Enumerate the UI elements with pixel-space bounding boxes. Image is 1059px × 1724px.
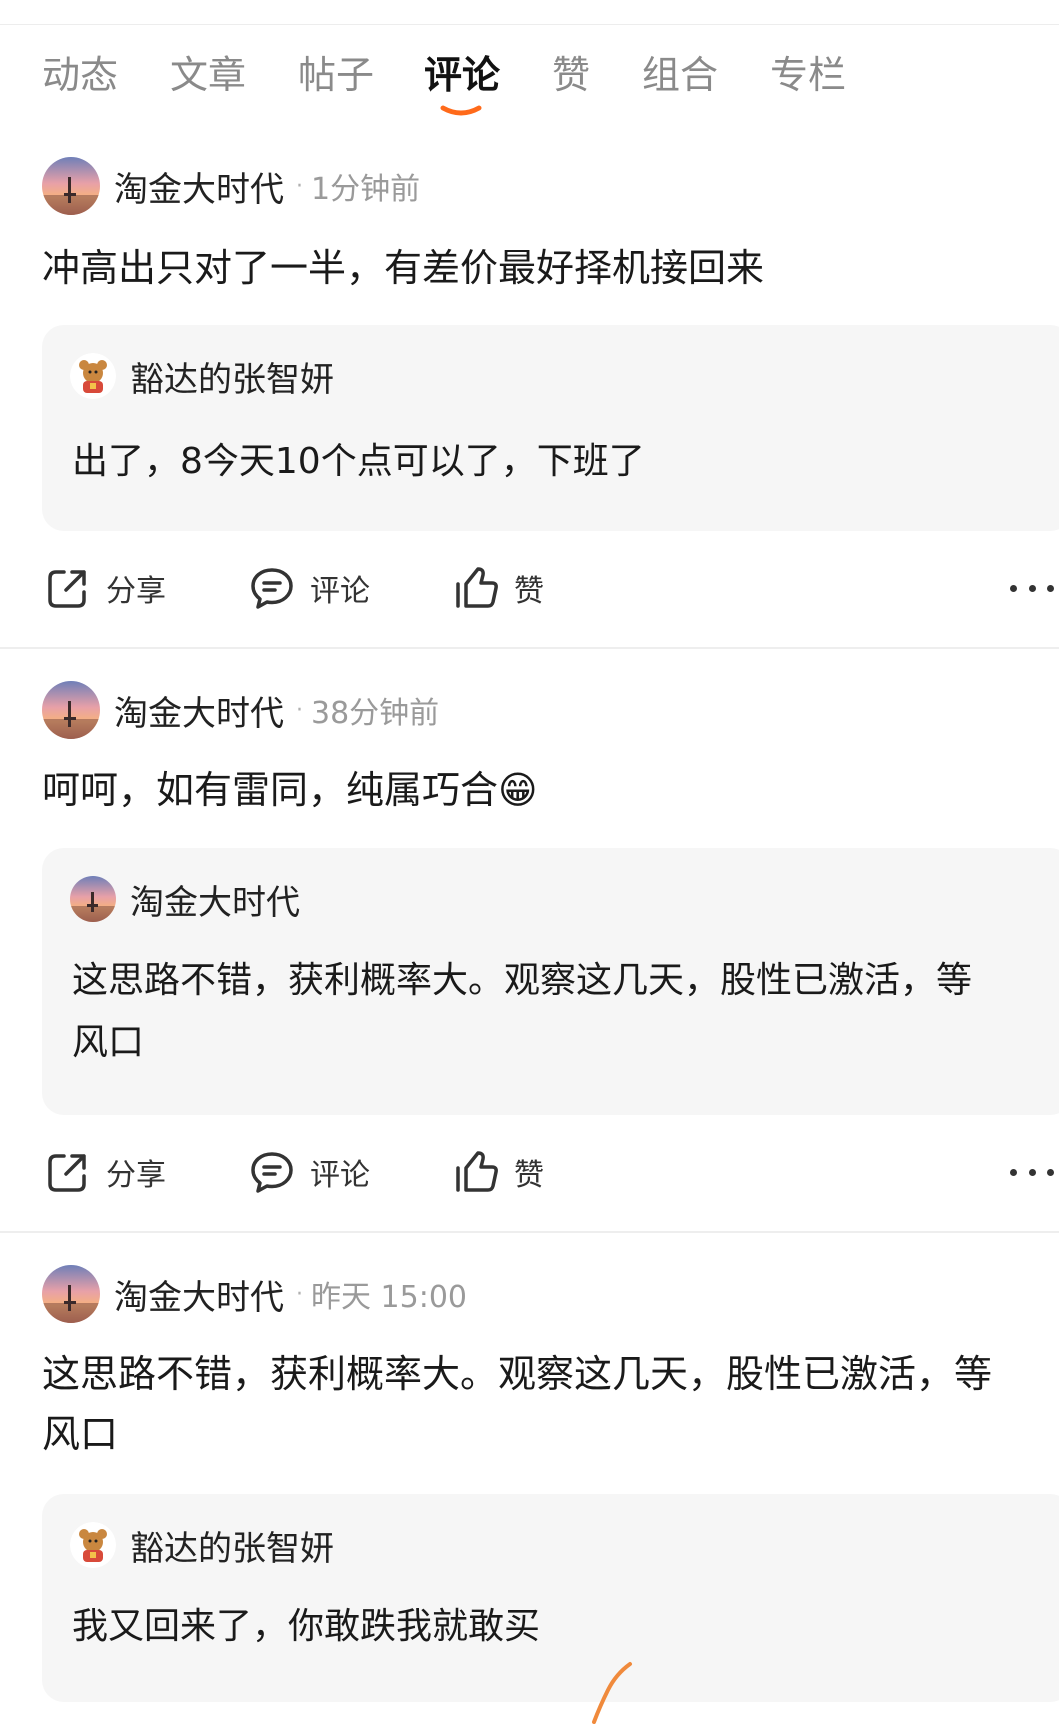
comment-label: 评论 [310, 1158, 370, 1193]
thumbs-up-icon [456, 567, 498, 608]
cartoon-avatar-icon [70, 1522, 116, 1568]
quoted-post[interactable]: 豁达的张智妍 我又回来了，你敢跌我就敢买 [42, 1494, 1059, 1702]
quote-author-name: 豁达的张智妍 [130, 359, 334, 400]
like-label: 赞 [514, 574, 544, 609]
like-button[interactable]: 赞 [452, 558, 544, 618]
comment-text[interactable]: 呵呵，如有雷同，纯属巧合😁 [42, 760, 1012, 820]
author-row[interactable]: 淘金大时代 · 1分钟前 [42, 156, 420, 216]
like-label: 赞 [514, 1158, 544, 1193]
separator-dot: · [296, 697, 303, 723]
action-bar: 分享 评论 赞 [0, 1142, 1059, 1202]
quote-author-row: 豁达的张智妍 [70, 1520, 334, 1570]
more-options-icon[interactable] [1010, 566, 1054, 610]
action-bar: 分享 评论 赞 [0, 558, 1059, 618]
share-button[interactable]: 分享 [44, 558, 166, 618]
handwritten-scribble [592, 1662, 632, 1724]
author-name[interactable]: 淘金大时代 [114, 162, 284, 211]
timestamp: 38分钟前 [311, 696, 440, 731]
quote-author-row: 淘金大时代 [70, 874, 300, 924]
tab-portfolios[interactable]: 组合 [642, 50, 718, 100]
share-icon [48, 570, 86, 608]
tab-posts[interactable]: 帖子 [298, 50, 374, 100]
quoted-post[interactable]: 豁达的张智妍 出了，8今天10个点可以了，下班了 [42, 325, 1059, 531]
quoted-post[interactable]: 淘金大时代 这思路不错，获利概率大。观察这几天，股性已激活，等风口 [42, 848, 1059, 1115]
like-button[interactable]: 赞 [452, 1142, 544, 1202]
sunset-avatar-icon[interactable] [42, 681, 100, 739]
quote-author-name: 淘金大时代 [130, 882, 300, 923]
share-label: 分享 [106, 1158, 166, 1193]
grinning-emoji-icon: 😁 [498, 768, 538, 812]
more-options-icon[interactable] [1010, 1150, 1054, 1194]
quote-author-row: 豁达的张智妍 [70, 351, 334, 401]
separator-dot: · [296, 173, 303, 199]
quote-text: 我又回来了，你敢跌我就敢买 [72, 1606, 541, 1647]
sunset-avatar-icon[interactable] [42, 1265, 100, 1323]
comment-label: 评论 [310, 574, 370, 609]
profile-tabs: 动态 文章 帖子 评论 赞 组合 专栏 [0, 40, 1059, 130]
author-name[interactable]: 淘金大时代 [114, 1270, 284, 1319]
quote-text: 这思路不错，获利概率大。观察这几天，股性已激活，等风口 [72, 960, 973, 1063]
quote-text: 出了，8今天10个点可以了，下班了 [72, 441, 645, 482]
comment-button[interactable]: 评论 [248, 1142, 370, 1202]
timestamp: 昨天 15:00 [311, 1280, 467, 1315]
tab-articles[interactable]: 文章 [170, 50, 246, 100]
active-tab-indicator [440, 105, 482, 116]
author-row[interactable]: 淘金大时代 · 昨天 15:00 [42, 1264, 467, 1324]
cartoon-avatar-icon [70, 353, 116, 399]
post-divider [0, 1231, 1059, 1233]
top-divider [0, 24, 1059, 25]
post-divider [0, 647, 1059, 649]
share-label: 分享 [106, 574, 166, 609]
comment-text-content: 呵呵，如有雷同，纯属巧合 [42, 768, 499, 812]
thumbs-up-icon [456, 1151, 498, 1192]
tab-comments[interactable]: 评论 [424, 50, 500, 100]
comment-text[interactable]: 这思路不错，获利概率大。观察这几天，股性已激活，等风口 [42, 1344, 1012, 1464]
share-icon [48, 1154, 86, 1192]
author-row[interactable]: 淘金大时代 · 38分钟前 [42, 680, 439, 740]
quote-author-name: 豁达的张智妍 [130, 1528, 334, 1569]
comment-icon [251, 568, 293, 609]
comment-button[interactable]: 评论 [248, 558, 370, 618]
separator-dot: · [296, 1281, 303, 1307]
tab-activity[interactable]: 动态 [42, 50, 118, 100]
sunset-avatar-icon [70, 876, 116, 922]
tab-likes[interactable]: 赞 [552, 50, 590, 100]
timestamp: 1分钟前 [311, 172, 421, 207]
comment-text[interactable]: 冲高出只对了一半，有差价最好择机接回来 [42, 238, 1012, 298]
sunset-avatar-icon[interactable] [42, 157, 100, 215]
share-button[interactable]: 分享 [44, 1142, 166, 1202]
comment-icon [251, 1152, 293, 1193]
tab-columns[interactable]: 专栏 [770, 50, 846, 100]
author-name[interactable]: 淘金大时代 [114, 686, 284, 735]
